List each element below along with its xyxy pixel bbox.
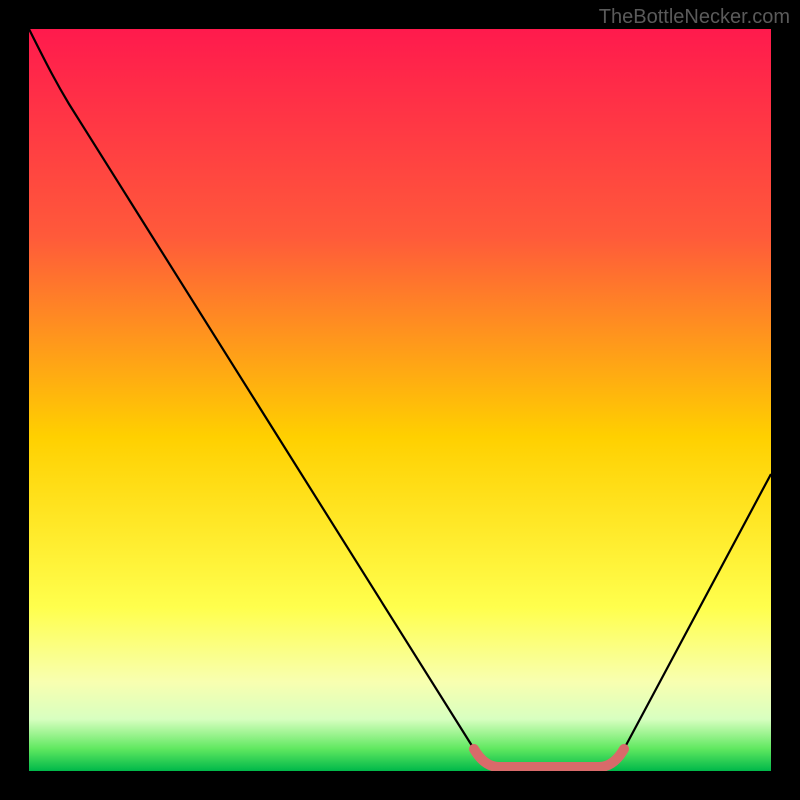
chart-svg: [29, 29, 771, 771]
watermark-text: TheBottleNecker.com: [599, 6, 790, 29]
gradient-background: [29, 29, 771, 771]
chart-frame: TheBottleNecker.com: [0, 0, 800, 800]
plot-area: [29, 29, 771, 771]
